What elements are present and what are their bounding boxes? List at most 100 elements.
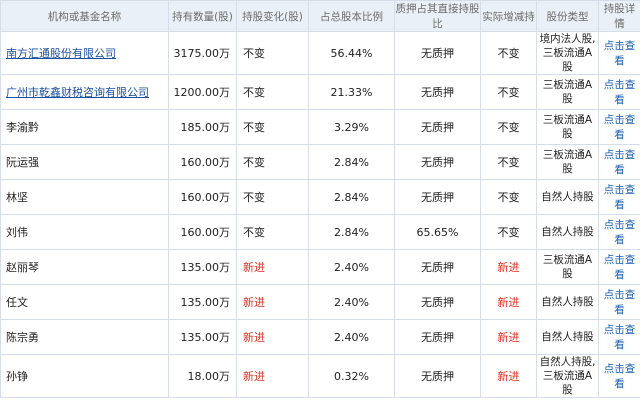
change-cell: 不变: [236, 31, 309, 75]
share-type-cell: 自然人持股,三板流通A股: [536, 354, 599, 398]
header-change: 持股变化(股): [236, 0, 309, 32]
table-row: 广州市乾鑫财税咨询有限公司 1200.00万 不变 21.33% 无质押 不变 三板流通A股…: [0, 74, 640, 110]
quantity-cell: 160.00万: [168, 214, 237, 250]
actual-change-cell: 不变: [480, 214, 537, 250]
ratio-cell: 56.44%: [308, 31, 395, 75]
ratio-cell: 21.33%: [308, 74, 395, 110]
table-row: 南方汇通股份有限公司 3175.00万 不变 56.44% 无质押 不变 境内法人股,三板流…: [0, 31, 640, 75]
pledge-cell: 无质押: [394, 249, 481, 285]
actual-change-cell: 不变: [480, 179, 537, 215]
header-holder-name: 机构或基金名称: [0, 0, 169, 32]
change-cell: 不变: [236, 144, 309, 180]
holder-name-cell: 陈宗勇: [0, 319, 169, 355]
table-row: 任文 135.00万 新进 2.40% 无质押 新进 自然人持股 点击查看: [0, 284, 640, 320]
detail-link[interactable]: 点击查看: [598, 144, 640, 180]
quantity-cell: 3175.00万: [168, 31, 237, 75]
holder-name-cell: 任文: [0, 284, 169, 320]
shareholder-table: 机构或基金名称 持有数量(股) 持股变化(股) 占总股本比例 质押占其直接持股比…: [0, 0, 640, 398]
holder-name-cell: 阮运强: [0, 144, 169, 180]
actual-change-cell: 新进: [480, 249, 537, 285]
change-cell: 不变: [236, 179, 309, 215]
share-type-cell: 自然人持股: [536, 319, 599, 355]
actual-change-cell: 不变: [480, 144, 537, 180]
ratio-cell: 2.40%: [308, 319, 395, 355]
share-type-cell: 自然人持股: [536, 214, 599, 250]
table-row: 赵丽琴 135.00万 新进 2.40% 无质押 新进 三板流通A股 点击查看: [0, 249, 640, 285]
ratio-cell: 0.32%: [308, 354, 395, 398]
quantity-cell: 135.00万: [168, 249, 237, 285]
share-type-cell: 三板流通A股: [536, 109, 599, 145]
pledge-cell: 无质押: [394, 109, 481, 145]
header-ratio: 占总股本比例: [308, 0, 395, 32]
actual-change-cell: 新进: [480, 319, 537, 355]
ratio-cell: 2.84%: [308, 214, 395, 250]
detail-link[interactable]: 点击查看: [598, 319, 640, 355]
table-row: 阮运强 160.00万 不变 2.84% 无质押 不变 三板流通A股 点击查看: [0, 144, 640, 180]
pledge-cell: 无质押: [394, 144, 481, 180]
change-cell: 不变: [236, 74, 309, 110]
ratio-cell: 2.84%: [308, 144, 395, 180]
holder-name-cell: 林坚: [0, 179, 169, 215]
share-type-cell: 境内法人股,三板流通A股: [536, 31, 599, 75]
pledge-cell: 无质押: [394, 319, 481, 355]
ratio-cell: 2.40%: [308, 249, 395, 285]
pledge-cell: 无质押: [394, 179, 481, 215]
ratio-cell: 3.29%: [308, 109, 395, 145]
quantity-cell: 18.00万: [168, 354, 237, 398]
table-row: 李渝黔 185.00万 不变 3.29% 无质押 不变 三板流通A股 点击查看: [0, 109, 640, 145]
quantity-cell: 185.00万: [168, 109, 237, 145]
header-detail: 持股详情: [598, 0, 640, 32]
detail-link[interactable]: 点击查看: [598, 31, 640, 75]
detail-link[interactable]: 点击查看: [598, 214, 640, 250]
change-cell: 新进: [236, 284, 309, 320]
actual-change-cell: 不变: [480, 74, 537, 110]
share-type-cell: 自然人持股: [536, 179, 599, 215]
quantity-cell: 135.00万: [168, 319, 237, 355]
detail-link[interactable]: 点击查看: [598, 354, 640, 398]
share-type-cell: 自然人持股: [536, 284, 599, 320]
change-cell: 新进: [236, 354, 309, 398]
ratio-cell: 2.40%: [308, 284, 395, 320]
holder-name-link[interactable]: 广州市乾鑫财税咨询有限公司: [6, 86, 149, 99]
actual-change-cell: 不变: [480, 31, 537, 75]
quantity-cell: 160.00万: [168, 179, 237, 215]
holder-name-cell: 广州市乾鑫财税咨询有限公司: [0, 74, 169, 110]
actual-change-cell: 新进: [480, 284, 537, 320]
holder-name-cell: 赵丽琴: [0, 249, 169, 285]
header-pledge: 质押占其直接持股比: [394, 0, 481, 32]
detail-link[interactable]: 点击查看: [598, 249, 640, 285]
table-row: 孙铮 18.00万 新进 0.32% 无质押 新进 自然人持股,三板流通A股 点击查看: [0, 354, 640, 398]
table-header-row: 机构或基金名称 持有数量(股) 持股变化(股) 占总股本比例 质押占其直接持股比…: [0, 0, 640, 32]
pledge-cell: 65.65%: [394, 214, 481, 250]
table-row: 刘伟 160.00万 不变 2.84% 65.65% 不变 自然人持股 点击查看: [0, 214, 640, 250]
table-row: 林坚 160.00万 不变 2.84% 无质押 不变 自然人持股 点击查看: [0, 179, 640, 215]
pledge-cell: 无质押: [394, 74, 481, 110]
quantity-cell: 135.00万: [168, 284, 237, 320]
share-type-cell: 三板流通A股: [536, 249, 599, 285]
actual-change-cell: 不变: [480, 109, 537, 145]
ratio-cell: 2.84%: [308, 179, 395, 215]
holder-name-cell: 李渝黔: [0, 109, 169, 145]
holder-name-link[interactable]: 南方汇通股份有限公司: [6, 47, 116, 60]
header-share-type: 股份类型: [536, 0, 599, 32]
share-type-cell: 三板流通A股: [536, 74, 599, 110]
pledge-cell: 无质押: [394, 31, 481, 75]
actual-change-cell: 新进: [480, 354, 537, 398]
table-row: 陈宗勇 135.00万 新进 2.40% 无质押 新进 自然人持股 点击查看: [0, 319, 640, 355]
detail-link[interactable]: 点击查看: [598, 74, 640, 110]
holder-name-cell: 南方汇通股份有限公司: [0, 31, 169, 75]
holder-name-cell: 孙铮: [0, 354, 169, 398]
detail-link[interactable]: 点击查看: [598, 179, 640, 215]
pledge-cell: 无质押: [394, 354, 481, 398]
detail-link[interactable]: 点击查看: [598, 109, 640, 145]
quantity-cell: 160.00万: [168, 144, 237, 180]
change-cell: 新进: [236, 249, 309, 285]
holder-name-cell: 刘伟: [0, 214, 169, 250]
detail-link[interactable]: 点击查看: [598, 284, 640, 320]
change-cell: 不变: [236, 109, 309, 145]
quantity-cell: 1200.00万: [168, 74, 237, 110]
header-quantity: 持有数量(股): [168, 0, 237, 32]
change-cell: 不变: [236, 214, 309, 250]
pledge-cell: 无质押: [394, 284, 481, 320]
header-actual-change: 实际增减持: [480, 0, 537, 32]
